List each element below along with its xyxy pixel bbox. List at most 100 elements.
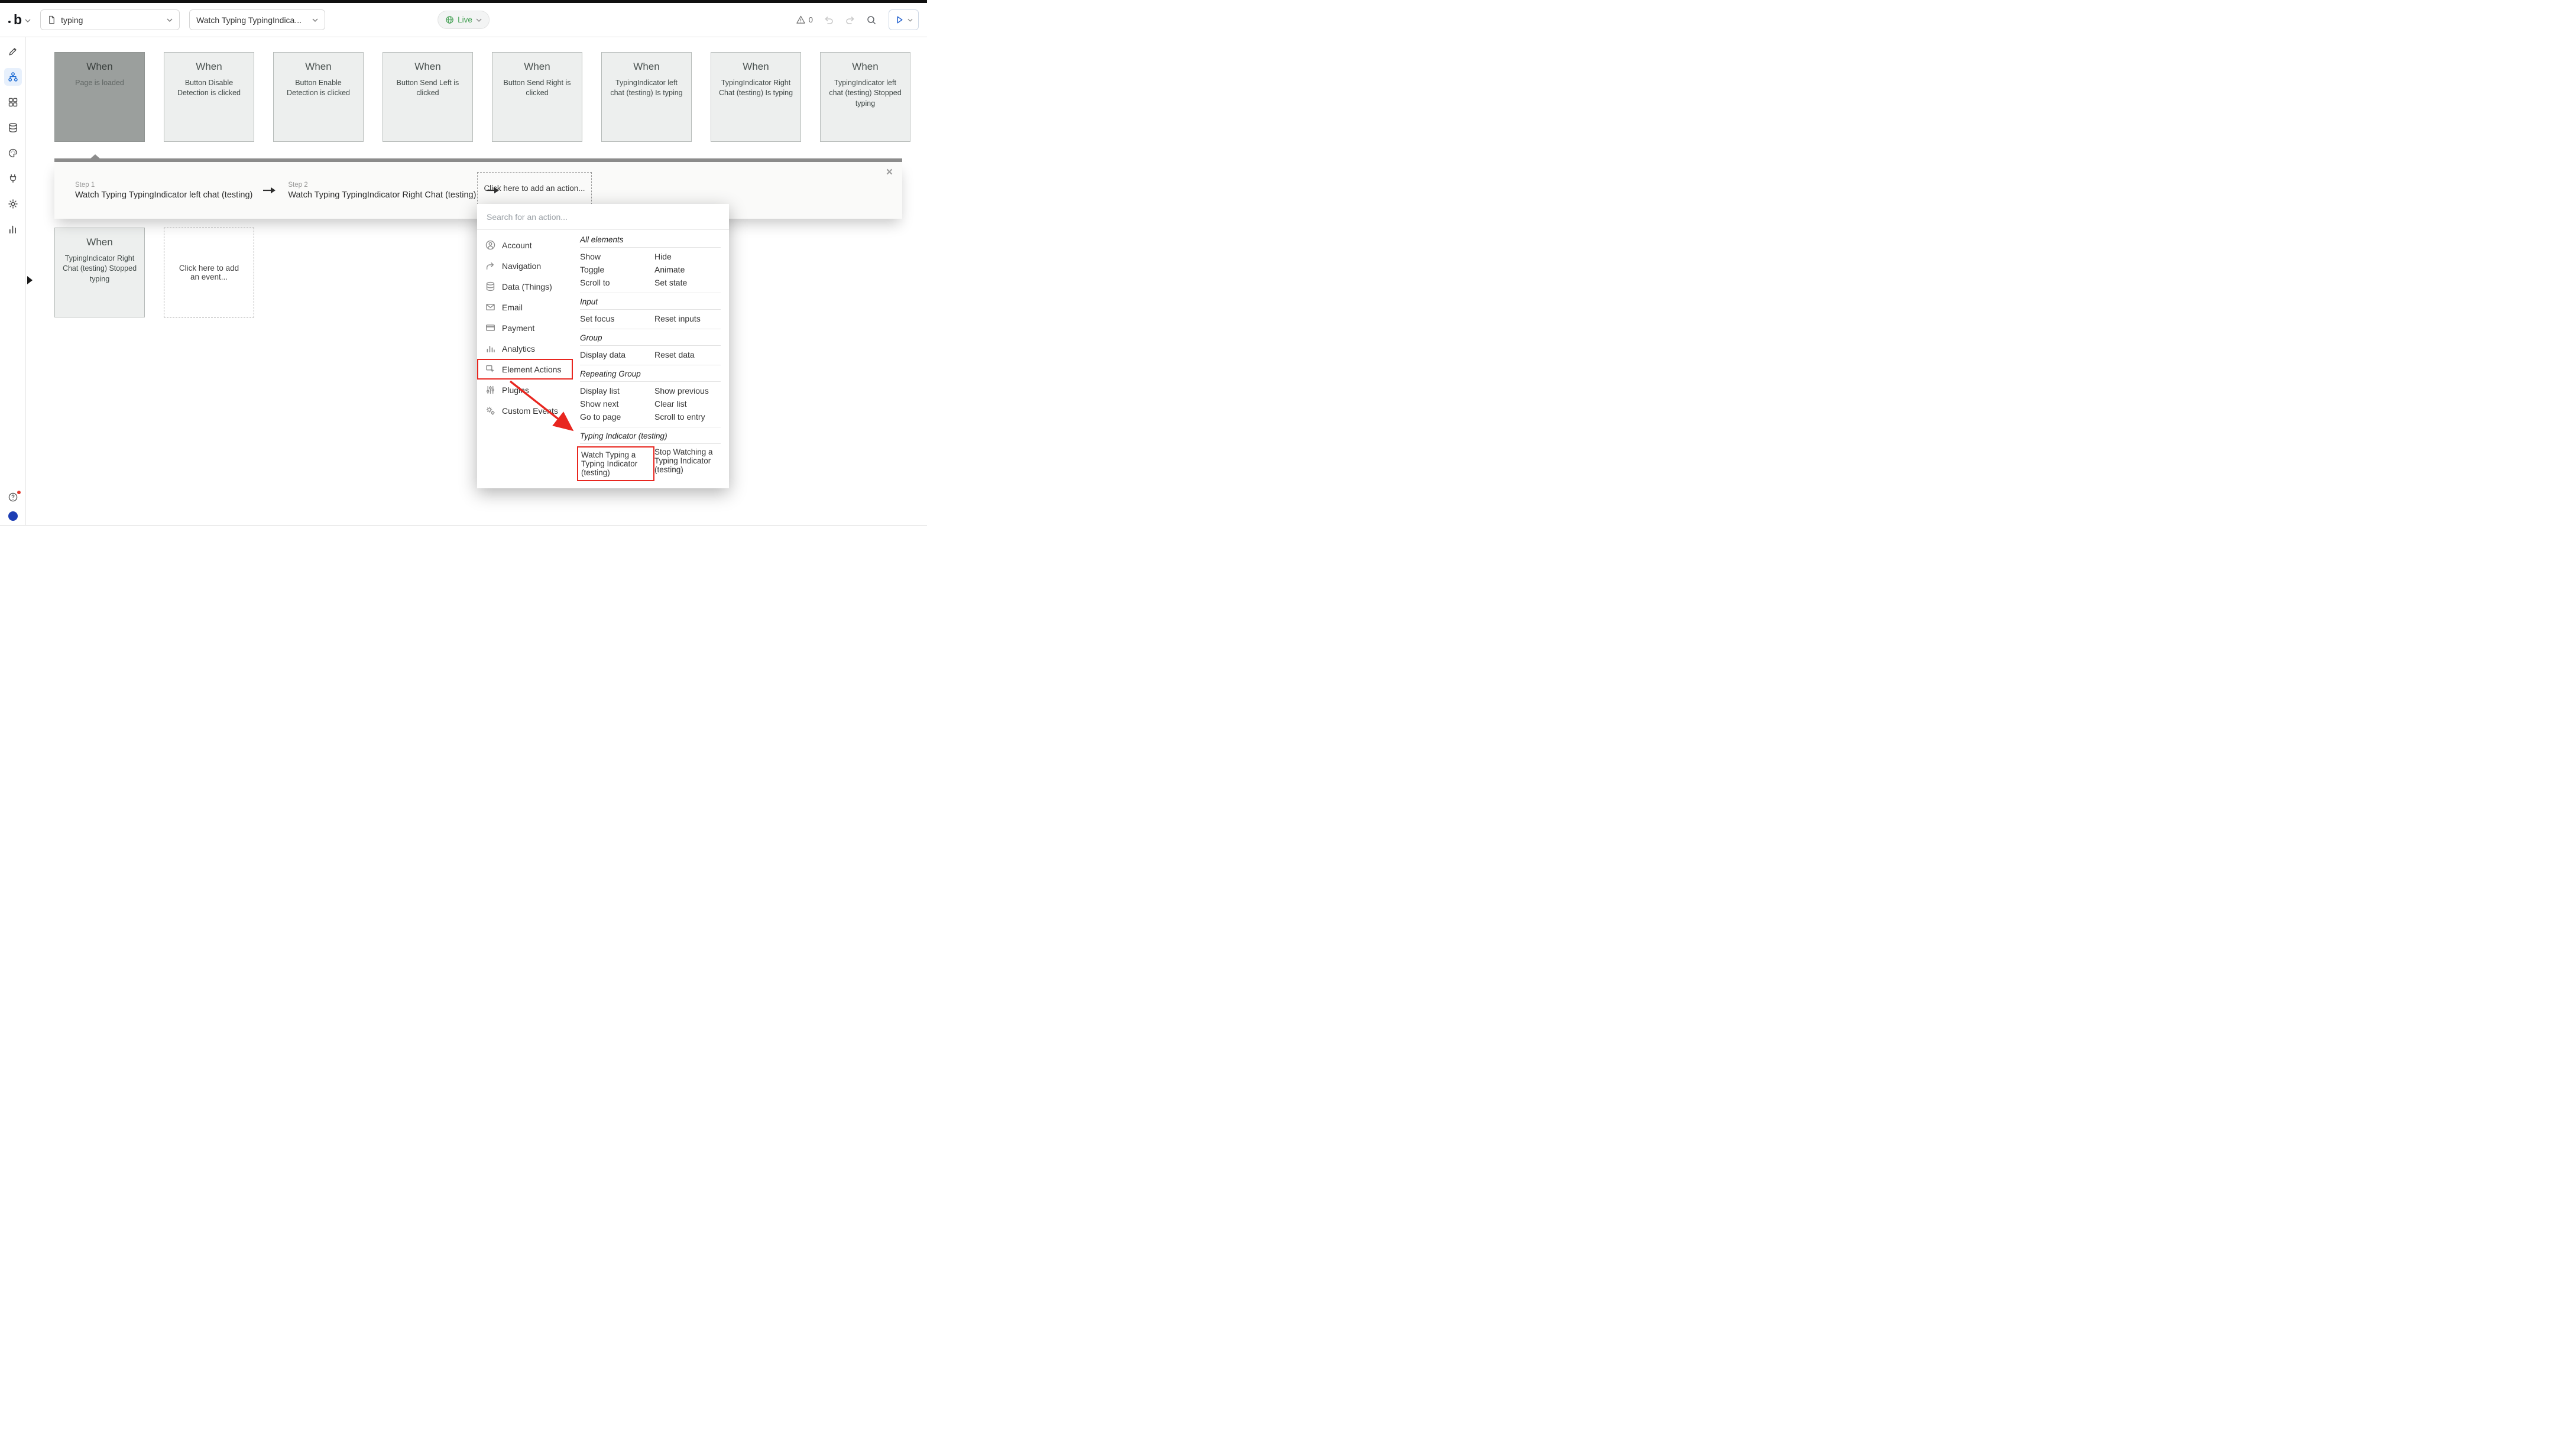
analytics-bars-icon (485, 343, 495, 354)
event-card[interactable]: When Button Enable Detection is clicked (273, 52, 364, 142)
issues-indicator[interactable]: 0 (796, 15, 813, 25)
account-user-icon (485, 240, 495, 250)
action-item[interactable]: Go to page (580, 410, 654, 423)
search-icon (866, 15, 877, 25)
event-subtitle: TypingIndicator left chat (testing) Stop… (821, 78, 910, 109)
action-categories: Account Navigation Data (Things) Email P… (477, 230, 573, 481)
user-avatar[interactable] (8, 511, 18, 521)
add-action-button[interactable]: Click here to add an action... (477, 172, 592, 205)
action-item[interactable]: Show next (580, 397, 654, 410)
action-item[interactable]: Set focus (580, 312, 654, 325)
sidebar-item-settings[interactable] (4, 195, 22, 213)
category-plugins[interactable]: Plugins (477, 380, 573, 400)
category-navigation[interactable]: Navigation (477, 255, 573, 276)
sidebar-item-workflow[interactable] (4, 68, 22, 86)
action-section-typing-indicator: Typing Indicator (testing) Watch Typing … (580, 427, 721, 481)
bubble-logo-dot (8, 21, 11, 23)
action-search-input[interactable] (487, 212, 719, 222)
action-item[interactable]: Clear list (654, 397, 721, 410)
event-title: When (55, 61, 144, 73)
action-item[interactable]: Scroll to entry (654, 410, 721, 423)
category-payment[interactable]: Payment (477, 317, 573, 338)
sidebar-item-styles[interactable] (4, 144, 22, 162)
category-email[interactable]: Email (477, 297, 573, 317)
page-selector[interactable]: typing (40, 9, 180, 30)
event-card[interactable]: When Button Send Right is clicked (492, 52, 582, 142)
category-label: Analytics (502, 344, 535, 354)
topbar: b typing Watch Typing TypingIndica... Li… (0, 3, 927, 37)
close-panel-button[interactable]: × (886, 167, 893, 178)
action-step-1[interactable]: Step 1 Watch Typing TypingIndicator left… (75, 181, 252, 200)
chevron-down-icon (167, 18, 173, 22)
undo-button[interactable] (824, 15, 834, 25)
add-event-button[interactable]: Click here to add an event... (164, 228, 254, 317)
action-search (477, 204, 729, 230)
action-item[interactable]: Display list (580, 384, 654, 397)
event-card[interactable]: When Button Disable Detection is clicked (164, 52, 254, 142)
category-account[interactable]: Account (477, 235, 573, 255)
sidebar-item-design[interactable] (4, 43, 22, 60)
event-subtitle: Button Enable Detection is clicked (274, 78, 363, 99)
event-subtitle: Button Send Left is clicked (383, 78, 472, 99)
sidebar-item-plugins[interactable] (4, 170, 22, 187)
issues-count: 0 (809, 15, 813, 24)
event-card[interactable]: When TypingIndicator left chat (testing)… (820, 52, 910, 142)
sidebar (0, 37, 26, 528)
event-card[interactable]: When Page is loaded (54, 52, 145, 142)
action-item-stop-watching[interactable]: Stop Watching a Typing Indicator (testin… (654, 446, 721, 481)
category-custom-events[interactable]: Custom Events (477, 400, 573, 421)
sidebar-item-components[interactable] (4, 93, 22, 111)
event-card[interactable]: When TypingIndicator Right Chat (testing… (711, 52, 801, 142)
payment-card-icon (485, 323, 495, 333)
help-button[interactable] (8, 492, 18, 502)
category-label: Email (502, 303, 523, 312)
sidebar-item-logs[interactable] (4, 220, 22, 238)
action-picker-menu: Account Navigation Data (Things) Email P… (477, 204, 729, 488)
section-header: Typing Indicator (testing) (580, 429, 721, 444)
action-item[interactable]: Animate (654, 263, 721, 276)
globe-icon (445, 15, 454, 24)
email-envelope-icon (485, 302, 495, 312)
event-card[interactable]: When TypingIndicator left chat (testing)… (601, 52, 692, 142)
event-title: When (164, 61, 254, 73)
action-item[interactable]: Set state (654, 276, 721, 289)
event-title: When (492, 61, 582, 73)
workflow-selector[interactable]: Watch Typing TypingIndica... (189, 9, 325, 30)
action-item[interactable]: Show (580, 250, 654, 263)
plugins-sliders-icon (485, 385, 495, 395)
custom-events-gears-icon (485, 406, 495, 416)
app-menu-button[interactable]: b (8, 13, 31, 27)
search-button[interactable] (866, 15, 877, 25)
category-data-things[interactable]: Data (Things) (477, 276, 573, 297)
category-analytics[interactable]: Analytics (477, 338, 573, 359)
panel-notch (90, 154, 101, 159)
action-item[interactable]: Scroll to (580, 276, 654, 289)
category-label: Payment (502, 323, 534, 333)
bubble-logo: b (14, 13, 22, 27)
action-step-2[interactable]: Step 2 Watch Typing TypingIndicator Righ… (288, 181, 476, 200)
action-item[interactable]: Hide (654, 250, 721, 263)
step-title: Watch Typing TypingIndicator left chat (… (75, 190, 252, 200)
action-item[interactable]: Reset inputs (654, 312, 721, 325)
environment-selector[interactable]: Live (437, 11, 490, 29)
action-item-watch-typing[interactable]: Watch Typing a Typing Indicator (testing… (581, 449, 652, 478)
workflow-selector-value: Watch Typing TypingIndica... (196, 15, 307, 25)
event-title: When (55, 236, 144, 248)
navigation-arrow-icon (485, 261, 495, 271)
preview-button[interactable] (889, 9, 919, 30)
collapse-handle[interactable] (27, 276, 33, 284)
action-item[interactable]: Show previous (654, 384, 721, 397)
event-card[interactable]: When TypingIndicator Right Chat (testing… (54, 228, 145, 317)
action-item[interactable]: Reset data (654, 348, 721, 361)
action-item[interactable]: Toggle (580, 263, 654, 276)
event-title: When (821, 61, 910, 73)
action-item[interactable]: Display data (580, 348, 654, 361)
event-subtitle: Button Send Right is clicked (492, 78, 582, 99)
settings-gear-icon (8, 199, 18, 209)
topbar-actions: 0 (796, 9, 919, 30)
sidebar-item-data[interactable] (4, 119, 22, 137)
event-card[interactable]: When Button Send Left is clicked (383, 52, 473, 142)
category-element-actions[interactable]: Element Actions (477, 359, 573, 380)
action-menu-body: Account Navigation Data (Things) Email P… (477, 230, 729, 488)
redo-button[interactable] (845, 15, 855, 25)
